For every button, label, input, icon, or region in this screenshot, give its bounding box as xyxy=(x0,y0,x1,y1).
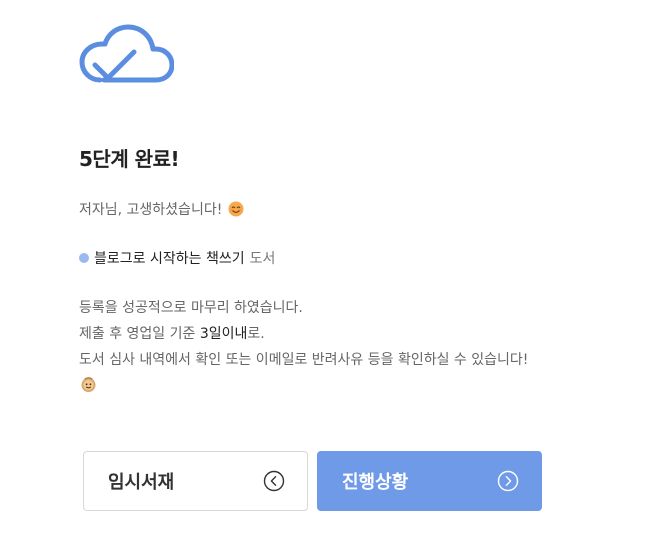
chevron-left-circle-icon xyxy=(263,470,285,492)
progress-status-label: 진행상황 xyxy=(342,472,409,493)
chevron-right-circle-icon xyxy=(497,470,519,492)
message-line-2-prefix: 제출 후 영업일 기준 xyxy=(79,326,200,342)
message-line-2: 제출 후 영업일 기준 3일이내로. xyxy=(79,323,265,343)
message-line-2-suffix: 로. xyxy=(247,326,265,342)
draft-library-label: 임시서재 xyxy=(108,472,175,493)
draft-library-button[interactable]: 임시서재 xyxy=(83,451,308,511)
cookie-icon xyxy=(81,377,96,392)
smile-emoji-icon xyxy=(228,201,244,217)
page-title: 5단계 완료! xyxy=(79,147,180,171)
book-info: 블로그로 시작하는 책쓰기 도서 xyxy=(79,248,275,268)
deadline-text: 3일이내 xyxy=(199,326,248,342)
progress-status-button[interactable]: 진행상황 xyxy=(317,451,542,511)
cloud-check-icon xyxy=(79,24,174,83)
greeting-label: 저자님, 고생하셨습니다! xyxy=(79,202,223,218)
bullet-dot-icon xyxy=(79,253,89,263)
message-line-1: 등록을 성공적으로 마무리 하였습니다. xyxy=(79,300,303,316)
message-line-3: 도서 심사 내역에서 확인 또는 이메일로 반려사유 등을 확인하실 수 있습니… xyxy=(79,352,529,368)
book-title: 블로그로 시작하는 책쓰기 xyxy=(94,251,245,267)
book-suffix: 도서 xyxy=(249,251,276,267)
greeting-text: 저자님, 고생하셨습니다! xyxy=(79,199,244,219)
